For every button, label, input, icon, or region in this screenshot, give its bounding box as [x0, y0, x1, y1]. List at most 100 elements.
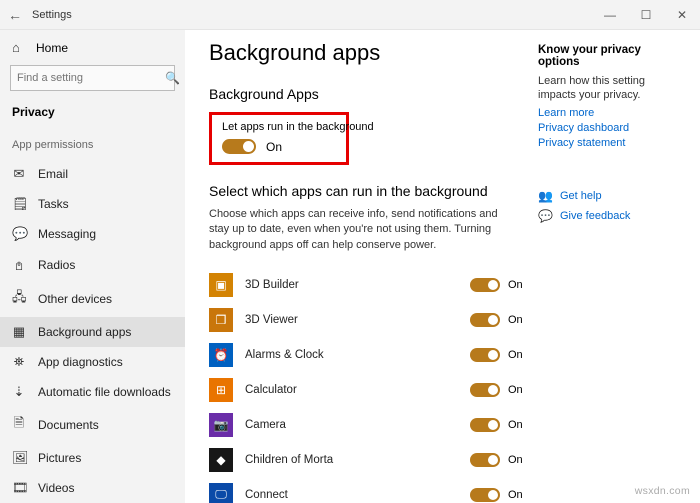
- app-toggle[interactable]: [470, 348, 500, 362]
- app-toggle[interactable]: [470, 313, 500, 327]
- search-box[interactable]: 🔍: [10, 65, 175, 91]
- give-feedback-link: Give feedback: [560, 210, 630, 222]
- back-icon[interactable]: ←: [0, 7, 30, 23]
- sidebar-item-label: Messaging: [38, 227, 96, 241]
- sidebar-icon: 🗎: [12, 414, 26, 436]
- feedback-icon: 💬: [538, 209, 552, 223]
- app-toggle-state: On: [508, 349, 523, 361]
- app-icon: ◆: [209, 448, 233, 472]
- app-name: Children of Morta: [245, 454, 470, 466]
- app-icon: 🖵: [209, 483, 233, 503]
- sidebar-item-email[interactable]: ✉ Email: [0, 159, 185, 189]
- app-row-calculator: ⊞ Calculator On: [209, 372, 530, 407]
- app-name: 3D Viewer: [245, 314, 470, 326]
- app-toggle[interactable]: [470, 488, 500, 502]
- sidebar-item-automatic-file-downloads[interactable]: ⇣ Automatic file downloads: [0, 377, 185, 407]
- home-nav[interactable]: ⌂ Home: [0, 36, 185, 65]
- info-title: Know your privacy options: [538, 44, 682, 68]
- close-button[interactable]: ✕: [664, 0, 700, 30]
- sidebar-item-label: App diagnostics: [38, 355, 123, 369]
- info-panel: Know your privacy options Learn how this…: [530, 40, 700, 503]
- sidebar-item-messaging[interactable]: 💬 Messaging: [0, 219, 185, 249]
- highlight-master-toggle: Let apps run in the background On: [209, 112, 349, 165]
- app-toggle[interactable]: [470, 278, 500, 292]
- app-toggle-state: On: [508, 314, 523, 326]
- app-toggle[interactable]: [470, 453, 500, 467]
- app-name: Connect: [245, 489, 470, 501]
- sidebar-item-label: Tasks: [38, 197, 69, 211]
- app-icon: 📷: [209, 413, 233, 437]
- info-text: Learn how this setting impacts your priv…: [538, 74, 682, 103]
- page-title: Background apps: [209, 40, 530, 66]
- sidebar-item-tasks[interactable]: 🗒 Tasks: [0, 189, 185, 219]
- sidebar-icon: 💬: [12, 226, 26, 242]
- app-toggle-state: On: [508, 279, 523, 291]
- content: Background apps Background Apps Let apps…: [209, 40, 530, 503]
- app-toggle-state: On: [508, 384, 523, 396]
- app-row-alarms-clock: ⏰ Alarms & Clock On: [209, 337, 530, 372]
- section-select-apps: Select which apps can run in the backgro…: [209, 183, 530, 199]
- link-learn-more[interactable]: Learn more: [538, 107, 682, 119]
- sidebar-item-label: Radios: [38, 258, 75, 272]
- master-toggle[interactable]: [222, 139, 256, 154]
- home-label: Home: [36, 41, 68, 55]
- get-help-row[interactable]: 👥 Get help: [538, 189, 682, 203]
- get-help-link: Get help: [560, 190, 602, 202]
- maximize-button[interactable]: ☐: [628, 0, 664, 30]
- sidebar-item-label: Background apps: [38, 325, 131, 339]
- sidebar-item-pictures[interactable]: 🖼Pictures: [0, 443, 185, 473]
- app-name: Calculator: [245, 384, 470, 396]
- master-toggle-state: On: [266, 140, 282, 154]
- sidebar-item-label: Other devices: [38, 292, 112, 306]
- window-title: Settings: [30, 9, 592, 21]
- app-row-children-of-morta: ◆ Children of Morta On: [209, 442, 530, 477]
- app-toggle-state: On: [508, 454, 523, 466]
- sidebar-icon: 🖧: [12, 288, 26, 310]
- sidebar-item-other-devices[interactable]: 🖧 Other devices: [0, 281, 185, 317]
- sidebar-item-app-diagnostics[interactable]: ⛯ App diagnostics: [0, 347, 185, 377]
- sidebar-item-label: Automatic file downloads: [38, 385, 171, 399]
- app-icon: ❒: [209, 308, 233, 332]
- app-row-connect: 🖵ConnectOn: [209, 477, 530, 503]
- sidebar-item-label: Videos: [38, 481, 74, 495]
- sidebar-icon: 🗒: [12, 196, 26, 212]
- minimize-button[interactable]: —: [592, 0, 628, 30]
- sidebar-icon: ✉: [12, 166, 26, 182]
- sidebar-icon: ⇣: [12, 384, 26, 400]
- help-icon: 👥: [538, 189, 552, 203]
- sidebar-group-app-permissions: App permissions: [0, 133, 185, 159]
- link-privacy-dashboard[interactable]: Privacy dashboard: [538, 122, 682, 134]
- sidebar-item-label: Email: [38, 167, 68, 181]
- sidebar-item-label: Pictures: [38, 451, 81, 465]
- app-toggle[interactable]: [470, 418, 500, 432]
- sidebar-section-privacy: Privacy: [0, 105, 185, 133]
- sidebar-item-background-apps[interactable]: ▦ Background apps: [0, 317, 185, 347]
- watermark: wsxdn.com: [635, 485, 690, 497]
- app-row-camera: 📷 Camera On: [209, 407, 530, 442]
- app-icon: ⏰: [209, 343, 233, 367]
- app-toggle[interactable]: [470, 383, 500, 397]
- sidebar-item-radios[interactable]: 𖤘Radios: [0, 249, 185, 281]
- app-toggle-state: On: [508, 419, 523, 431]
- sidebar-icon: ▦: [12, 324, 26, 340]
- sidebar-item-videos[interactable]: 🎞 Videos: [0, 473, 185, 503]
- home-icon: ⌂: [12, 40, 26, 55]
- app-icon: ▣: [209, 273, 233, 297]
- master-toggle-label: Let apps run in the background: [222, 121, 336, 133]
- sidebar-item-documents[interactable]: 🗎 Documents: [0, 407, 185, 443]
- section-description: Choose which apps can receive info, send…: [209, 207, 509, 253]
- app-name: Alarms & Clock: [245, 349, 470, 361]
- app-icon: ⊞: [209, 378, 233, 402]
- link-privacy-statement[interactable]: Privacy statement: [538, 137, 682, 149]
- app-name: 3D Builder: [245, 279, 470, 291]
- section-background-apps: Background Apps: [209, 86, 530, 102]
- sidebar-icon: ⛯: [12, 354, 26, 370]
- search-input[interactable]: [11, 72, 165, 84]
- give-feedback-row[interactable]: 💬 Give feedback: [538, 209, 682, 223]
- app-row-3d-viewer: ❒ 3D Viewer On: [209, 302, 530, 337]
- app-row-3d-builder: ▣ 3D Builder On: [209, 267, 530, 302]
- sidebar: ⌂ Home 🔍 Privacy App permissions ✉ Email 🗒…: [0, 30, 185, 503]
- sidebar-item-label: Documents: [38, 418, 99, 432]
- sidebar-icon: 🎞: [12, 480, 26, 496]
- app-name: Camera: [245, 419, 470, 431]
